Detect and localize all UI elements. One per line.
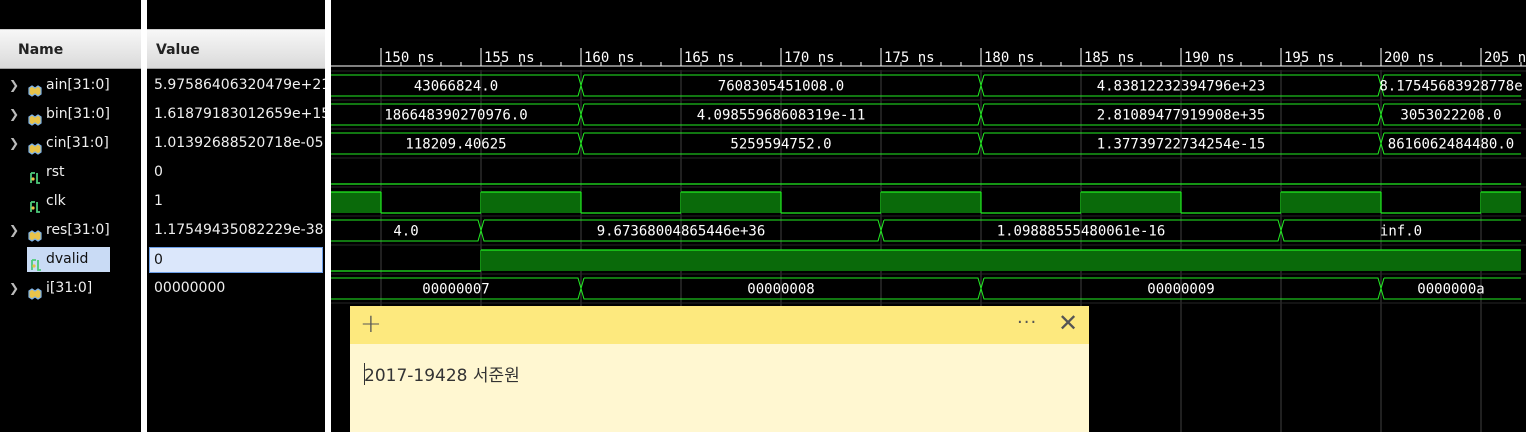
signal-value-row[interactable]: 1.17549435082229e-38 xyxy=(147,216,325,245)
tick-label: 195 ns xyxy=(1284,50,1335,66)
name-pane: Name ❯ ain[31:0] ❯ bin[31:0] ❯ cin[31:0] rst cl… xyxy=(0,0,141,432)
signal-name: bin[31:0] xyxy=(46,106,111,122)
signal-value: 5.97586406320479e+21 xyxy=(154,77,331,93)
signal-value: 0 xyxy=(154,164,163,180)
bus-value-label: 186648390270976.0 xyxy=(384,108,527,124)
tick-label: 170 ns xyxy=(784,50,835,66)
signal-value-row[interactable]: 1.61879183012659e+15 xyxy=(147,100,330,129)
tick-label: 190 ns xyxy=(1184,50,1235,66)
bit-signal-icon xyxy=(28,195,42,213)
expand-chevron-icon[interactable]: ❯ xyxy=(9,71,19,100)
bus-signal-icon xyxy=(28,79,42,97)
expand-chevron-icon[interactable]: ❯ xyxy=(9,274,19,303)
signal-value-row[interactable]: 5.97586406320479e+21 xyxy=(147,71,330,100)
bus-value-label: 4.09855968608319e-11 xyxy=(697,108,866,124)
signal-name: ain[31:0] xyxy=(46,77,110,93)
bus-value-label: 4.0 xyxy=(393,224,418,240)
signal-value-selected[interactable]: 0 xyxy=(149,247,323,273)
name-column-header[interactable]: Name xyxy=(0,29,141,69)
bus-signal-icon xyxy=(28,108,42,126)
close-icon[interactable]: ✕ xyxy=(1058,309,1078,337)
bit-high-fill xyxy=(1081,192,1181,213)
bit-high-fill xyxy=(481,250,1521,271)
bus-value-label: 0000000a xyxy=(1417,282,1484,298)
sticky-note[interactable]: + ··· ✕ 2017-19428 서준원 xyxy=(350,306,1089,432)
expand-chevron-icon[interactable]: ❯ xyxy=(9,216,19,245)
signal-value-row[interactable]: 1 xyxy=(147,187,325,216)
bit-signal-icon xyxy=(29,253,43,271)
bus-value-label: 3053022208.0 xyxy=(1400,108,1501,124)
tick-label: 150 ns xyxy=(384,50,435,66)
bit-high-fill xyxy=(481,192,581,213)
signal-name: i[31:0] xyxy=(46,280,93,296)
bit-high-fill xyxy=(1281,192,1381,213)
sticky-note-titlebar[interactable]: + ··· ✕ xyxy=(350,306,1089,344)
signal-value-row[interactable]: 0 xyxy=(147,158,325,187)
signal-value-row[interactable]: 00000000 xyxy=(147,274,325,303)
signal-row[interactable]: ❯ cin[31:0] xyxy=(0,129,141,158)
tick-label: 180 ns xyxy=(984,50,1035,66)
tick-label: 160 ns xyxy=(584,50,635,66)
more-options-icon[interactable]: ··· xyxy=(1017,312,1037,333)
signal-value: 1.01392688520718e-05 xyxy=(154,135,324,151)
bit-high-fill xyxy=(681,192,781,213)
expand-chevron-icon[interactable]: ❯ xyxy=(9,129,19,158)
bus-value-label: 8616062484480.0 xyxy=(1388,137,1514,153)
signal-name: dvalid xyxy=(46,251,89,267)
bus-value-label: 5259594752.0 xyxy=(730,137,831,153)
signal-row[interactable]: ❯ res[31:0] xyxy=(0,216,141,245)
signal-name: cin[31:0] xyxy=(46,135,109,151)
add-note-icon[interactable]: + xyxy=(360,309,382,339)
bus-value-label: 00000009 xyxy=(1147,282,1214,298)
signal-value: 1.61879183012659e+15 xyxy=(154,106,331,122)
bit-high-fill xyxy=(1481,192,1521,213)
signal-value: 00000000 xyxy=(154,280,226,296)
signal-name: clk xyxy=(46,193,66,209)
signal-row[interactable]: clk xyxy=(0,187,141,216)
bus-value-label: inf.0 xyxy=(1380,224,1422,240)
bus-value-label: 118209.40625 xyxy=(405,137,506,153)
bus-value-label: 43066824.0 xyxy=(414,79,498,95)
bus-value-label: 8.17545683928778e xyxy=(1379,79,1522,95)
tick-label: 175 ns xyxy=(884,50,935,66)
signal-row[interactable]: rst xyxy=(0,158,141,187)
bus-value-label: 00000007 xyxy=(422,282,489,298)
signal-row[interactable]: ❯ i[31:0] xyxy=(0,274,141,303)
bus-value-label: 2.81089477919908e+35 xyxy=(1097,108,1266,124)
bus-value-label: 9.67368004865446e+36 xyxy=(597,224,766,240)
signal-row[interactable]: ❯ bin[31:0] xyxy=(0,100,141,129)
value-pane: Value 5.97586406320479e+21 1.618791830126… xyxy=(147,0,330,432)
bus-value-label: 1.37739722734254e-15 xyxy=(1097,137,1266,153)
signal-name-selected[interactable]: dvalid xyxy=(27,247,110,272)
bit-high-fill xyxy=(331,192,381,213)
signal-value-row[interactable]: 0 xyxy=(147,245,325,274)
bit-high-fill xyxy=(881,192,981,213)
tick-label: 200 ns xyxy=(1384,50,1435,66)
signal-name: rst xyxy=(46,164,65,180)
tick-label: 165 ns xyxy=(684,50,735,66)
signal-row[interactable]: dvalid xyxy=(0,245,141,274)
value-column-header[interactable]: Value xyxy=(147,29,325,69)
signal-value: 1.17549435082229e-38 xyxy=(154,222,324,238)
sticky-note-text[interactable]: 2017-19428 서준원 xyxy=(364,361,520,386)
signal-value: 1 xyxy=(154,193,163,209)
bus-value-label: 4.83812232394796e+23 xyxy=(1097,79,1266,95)
expand-chevron-icon[interactable]: ❯ xyxy=(9,100,19,129)
tick-label: 185 ns xyxy=(1084,50,1135,66)
bus-value-label: 00000008 xyxy=(747,282,814,298)
signal-row[interactable]: ❯ ain[31:0] xyxy=(0,71,141,100)
signal-value-row[interactable]: 1.01392688520718e-05 xyxy=(147,129,325,158)
signal-value: 0 xyxy=(154,252,163,268)
bus-signal-icon xyxy=(28,224,42,242)
tick-label: 155 ns xyxy=(484,50,535,66)
bus-value-label: 1.09888555480061e-16 xyxy=(997,224,1166,240)
signal-name: res[31:0] xyxy=(46,222,110,238)
tick-label: 205 ns xyxy=(1484,50,1526,66)
bit-signal-icon xyxy=(28,166,42,184)
bus-value-label: 7608305451008.0 xyxy=(718,79,844,95)
bus-signal-icon xyxy=(28,137,42,155)
bus-signal-icon xyxy=(28,282,42,300)
